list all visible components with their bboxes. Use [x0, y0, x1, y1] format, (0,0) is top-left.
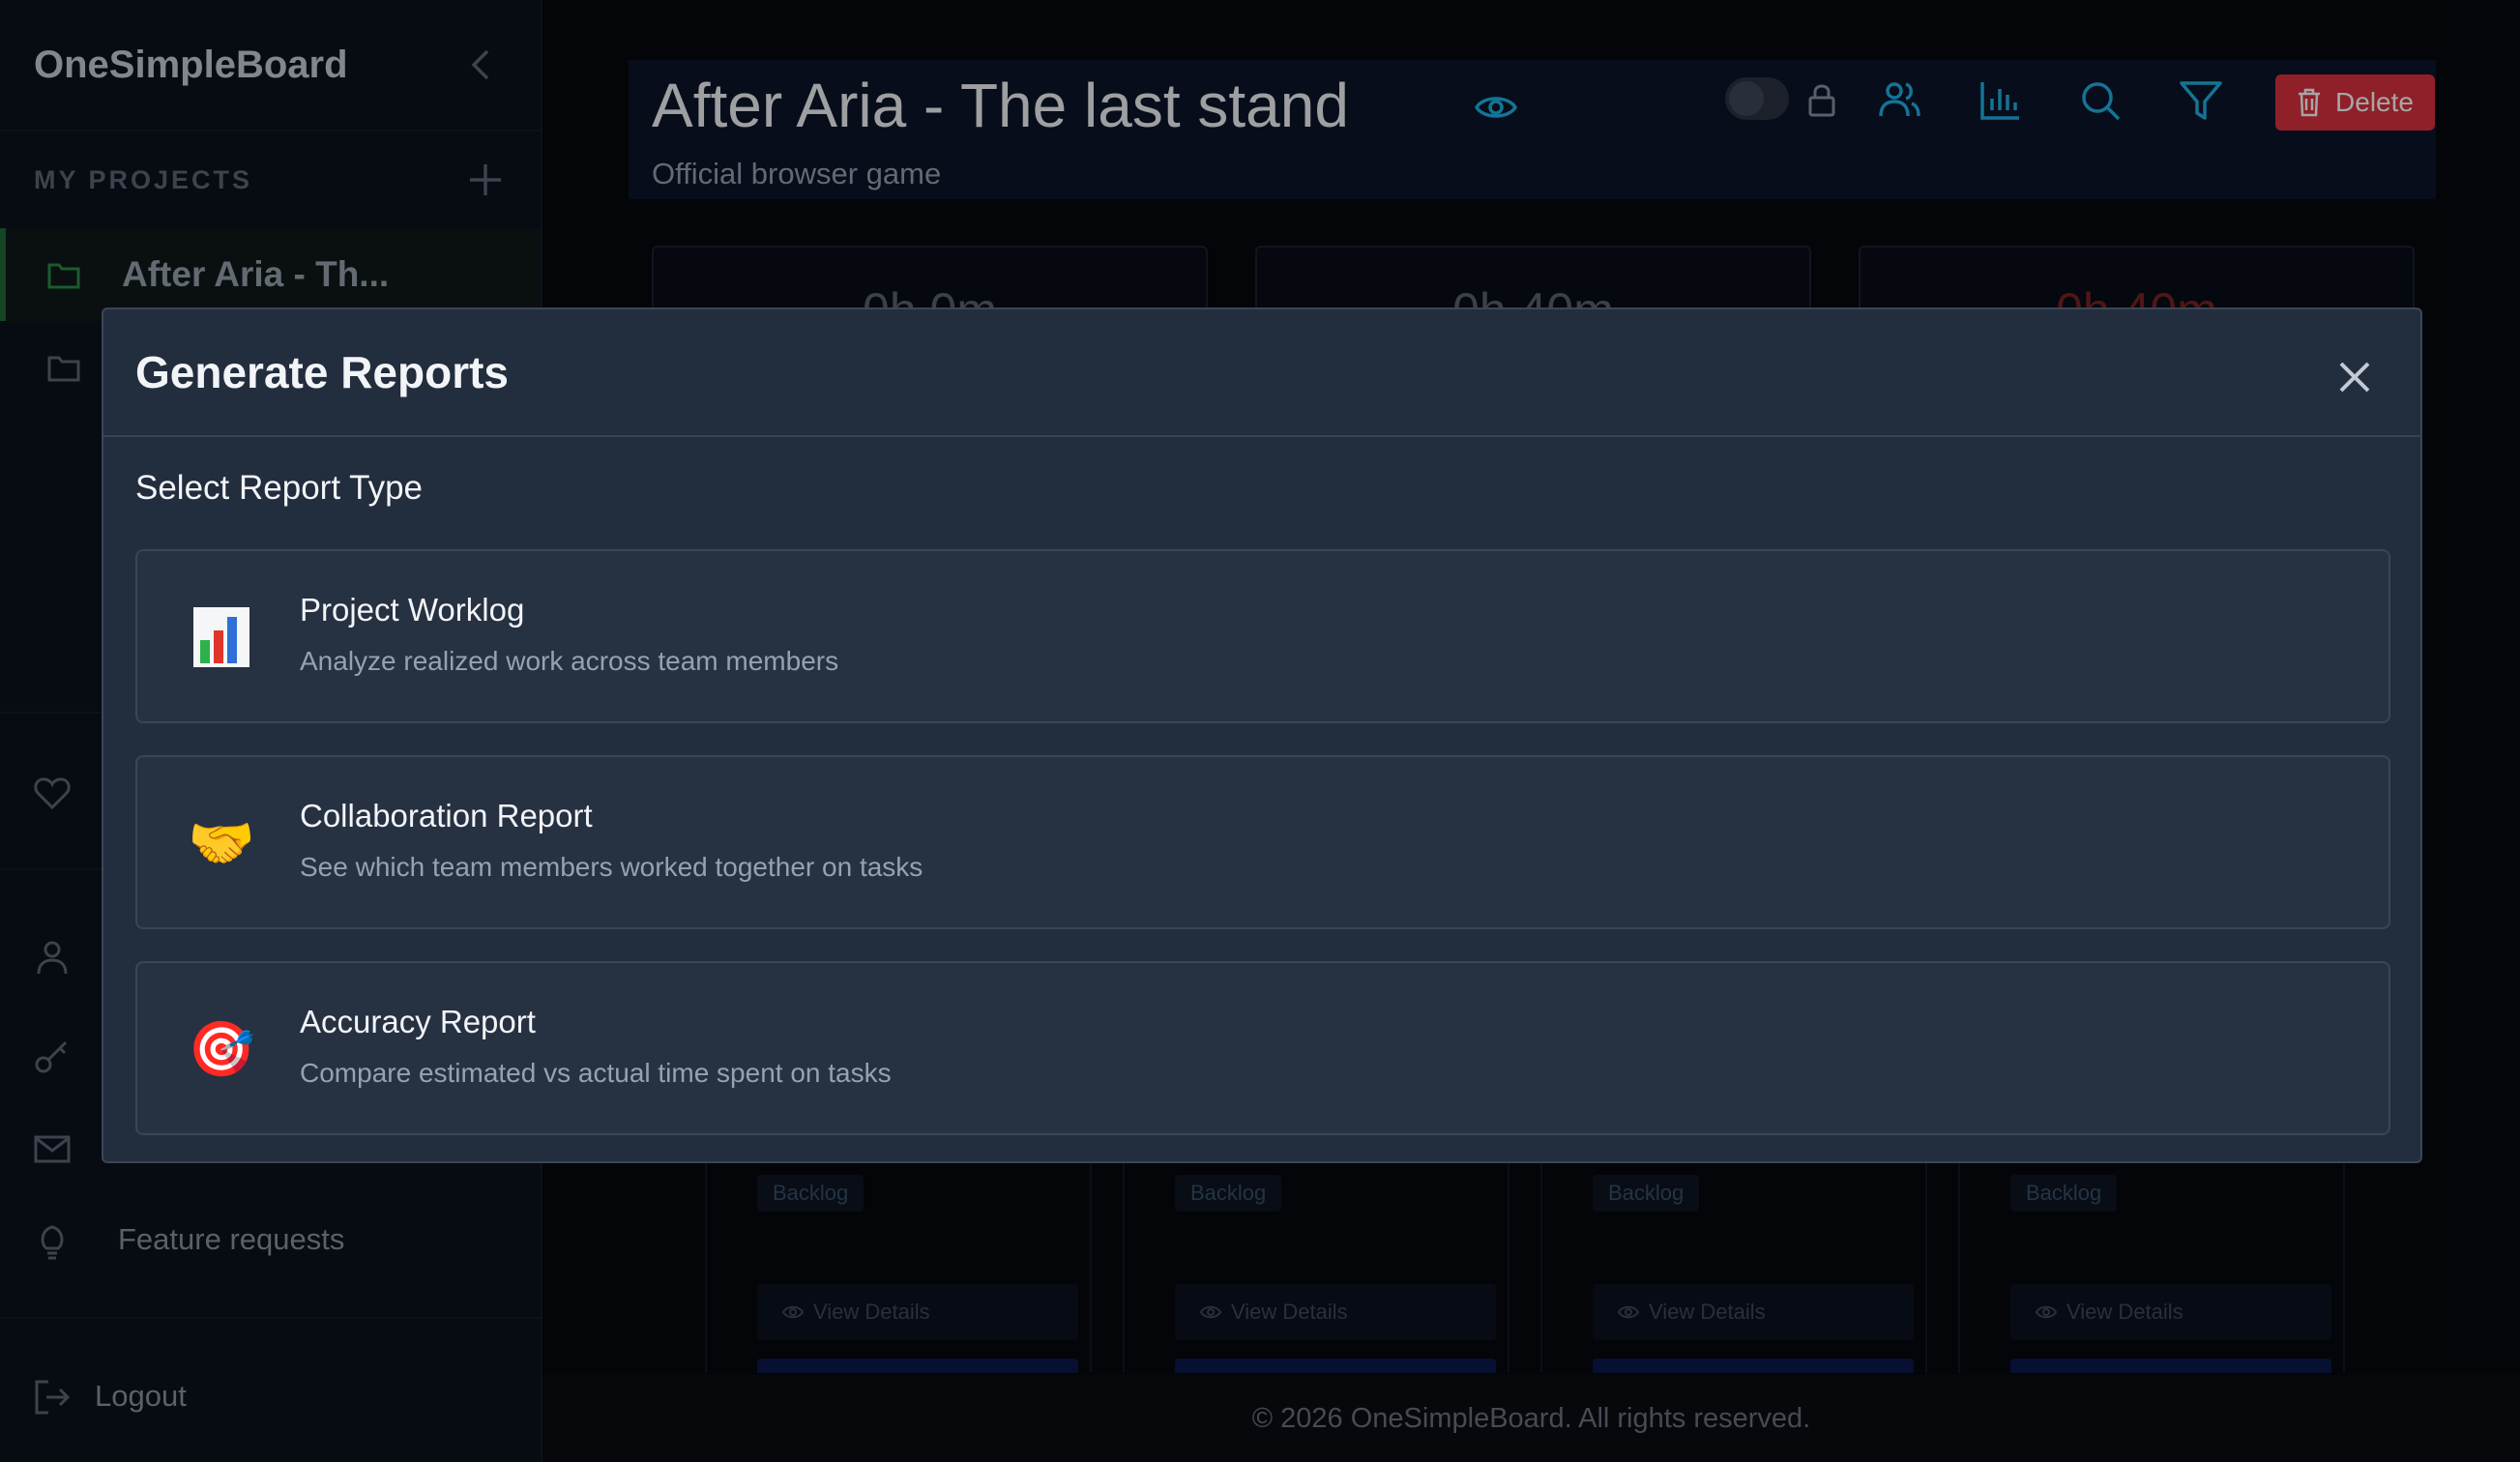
target-emoji-icon: 🎯 — [188, 1018, 255, 1079]
report-type-heading: Select Report Type — [135, 469, 424, 507]
report-option-description: See which team members worked together o… — [300, 852, 923, 882]
report-option-description: Compare estimated vs actual time spent o… — [300, 1058, 892, 1088]
report-option-accuracy[interactable]: 🎯 Accuracy Report Compare estimated vs a… — [135, 961, 2390, 1135]
modal-header: Generate Reports — [103, 309, 2420, 437]
report-option-title: Project Worklog — [300, 592, 525, 628]
report-option-collaboration[interactable]: 🤝 Collaboration Report See which team me… — [135, 755, 2390, 929]
generate-reports-modal: Generate Reports Select Report Type Proj… — [102, 307, 2422, 1163]
bar-chart-emoji-icon — [193, 607, 249, 667]
handshake-emoji-icon: 🤝 — [188, 812, 255, 873]
report-option-project-worklog[interactable]: Project Worklog Analyze realized work ac… — [135, 549, 2390, 723]
report-option-title: Collaboration Report — [300, 798, 593, 833]
report-option-title: Accuracy Report — [300, 1004, 536, 1039]
close-icon[interactable] — [2335, 358, 2374, 396]
report-option-description: Analyze realized work across team member… — [300, 646, 839, 676]
app: OneSimpleBoard MY PROJECTS After Aria - … — [0, 0, 2520, 1462]
modal-title: Generate Reports — [135, 347, 510, 397]
